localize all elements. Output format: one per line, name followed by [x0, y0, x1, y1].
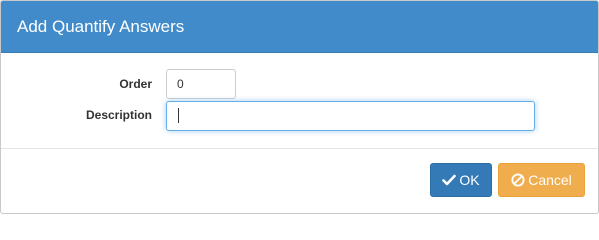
dialog-header: Add Quantify Answers: [1, 1, 598, 53]
ok-button[interactable]: OK: [430, 163, 492, 197]
dialog-body: Order Description: [1, 53, 598, 149]
text-cursor: [178, 108, 179, 123]
cancel-button-label: Cancel: [528, 172, 572, 188]
dialog-title: Add Quantify Answers: [17, 16, 185, 36]
cancel-button[interactable]: Cancel: [498, 163, 585, 197]
order-input[interactable]: [166, 69, 236, 99]
ok-button-label: OK: [459, 172, 480, 188]
order-label: Order: [119, 77, 152, 91]
check-icon: [442, 174, 457, 186]
dialog-footer: OK Cancel: [1, 149, 598, 213]
description-input[interactable]: [166, 101, 535, 131]
add-quantify-answers-dialog: Add Quantify Answers Order Description O…: [0, 0, 599, 214]
description-label: Description: [85, 108, 152, 122]
ban-icon: [511, 173, 525, 187]
